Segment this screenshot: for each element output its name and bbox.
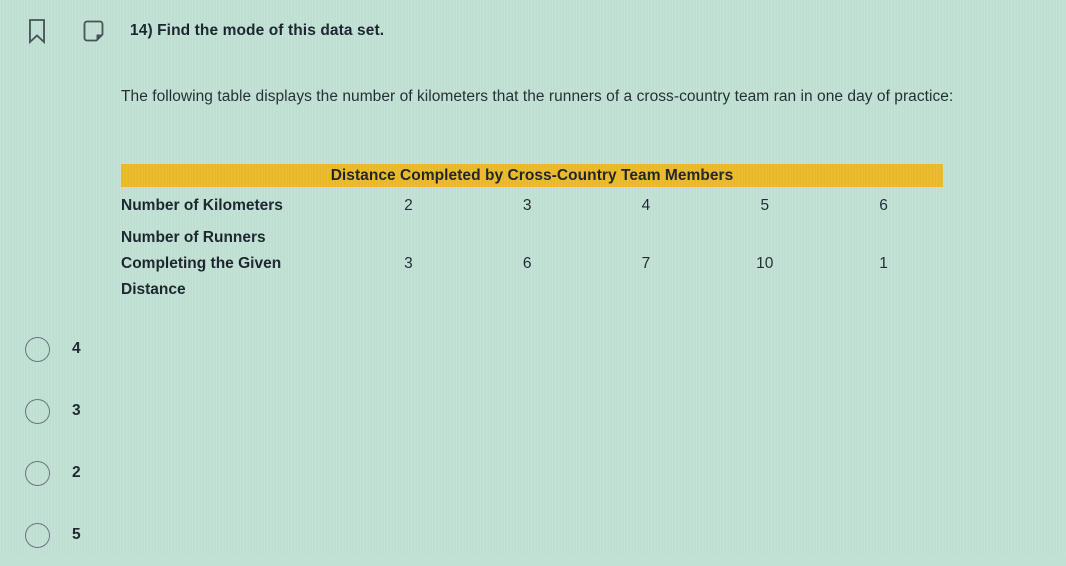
radio-button-icon[interactable] [25, 522, 50, 548]
answer-options-list: 4 3 2 5 [0, 318, 400, 566]
row-label-kilometers: Number of Kilometers [121, 197, 283, 214]
table-cell: 6 [879, 197, 888, 214]
data-table: Distance Completed by Cross-Country Team… [121, 164, 943, 303]
answer-option-label: 4 [72, 340, 81, 357]
radio-button-icon[interactable] [25, 398, 50, 424]
question-header: 14) Find the mode of this data set. [0, 0, 1066, 62]
radio-button-icon[interactable] [25, 460, 50, 486]
table-row: Number of Runners Completing the Given D… [121, 219, 943, 303]
table-caption: Distance Completed by Cross-Country Team… [121, 164, 943, 187]
table-cell: 6 [522, 255, 532, 272]
answer-option-3[interactable]: 5 [0, 504, 400, 566]
table-cell: 1 [879, 255, 888, 272]
bookmark-icon[interactable] [22, 16, 52, 46]
table-cell: 5 [760, 197, 770, 214]
table-cell: 2 [404, 197, 413, 214]
table-cell: 3 [404, 255, 413, 272]
table-grid: Number of Kilometers 2 3 4 5 6 Number of… [121, 187, 943, 303]
answer-option-2[interactable]: 2 [0, 442, 400, 504]
question-title: 14) Find the mode of this data set. [130, 22, 385, 39]
note-icon[interactable] [78, 16, 108, 46]
radio-button-icon[interactable] [25, 336, 50, 362]
answer-option-label: 3 [72, 402, 81, 419]
answer-option-label: 2 [72, 464, 81, 481]
answer-option-0[interactable]: 4 [0, 318, 400, 380]
table-cell: 3 [522, 197, 532, 214]
table-cell: 4 [641, 197, 651, 214]
table-cell: 7 [641, 255, 651, 272]
row-label-runners: Number of Runners Completing the Given D… [121, 229, 282, 298]
answer-option-1[interactable]: 3 [0, 380, 400, 442]
question-prompt: The following table displays the number … [121, 88, 954, 105]
table-row: Number of Kilometers 2 3 4 5 6 [121, 187, 943, 219]
answer-option-label: 5 [72, 526, 81, 543]
table-cell: 10 [756, 255, 774, 272]
